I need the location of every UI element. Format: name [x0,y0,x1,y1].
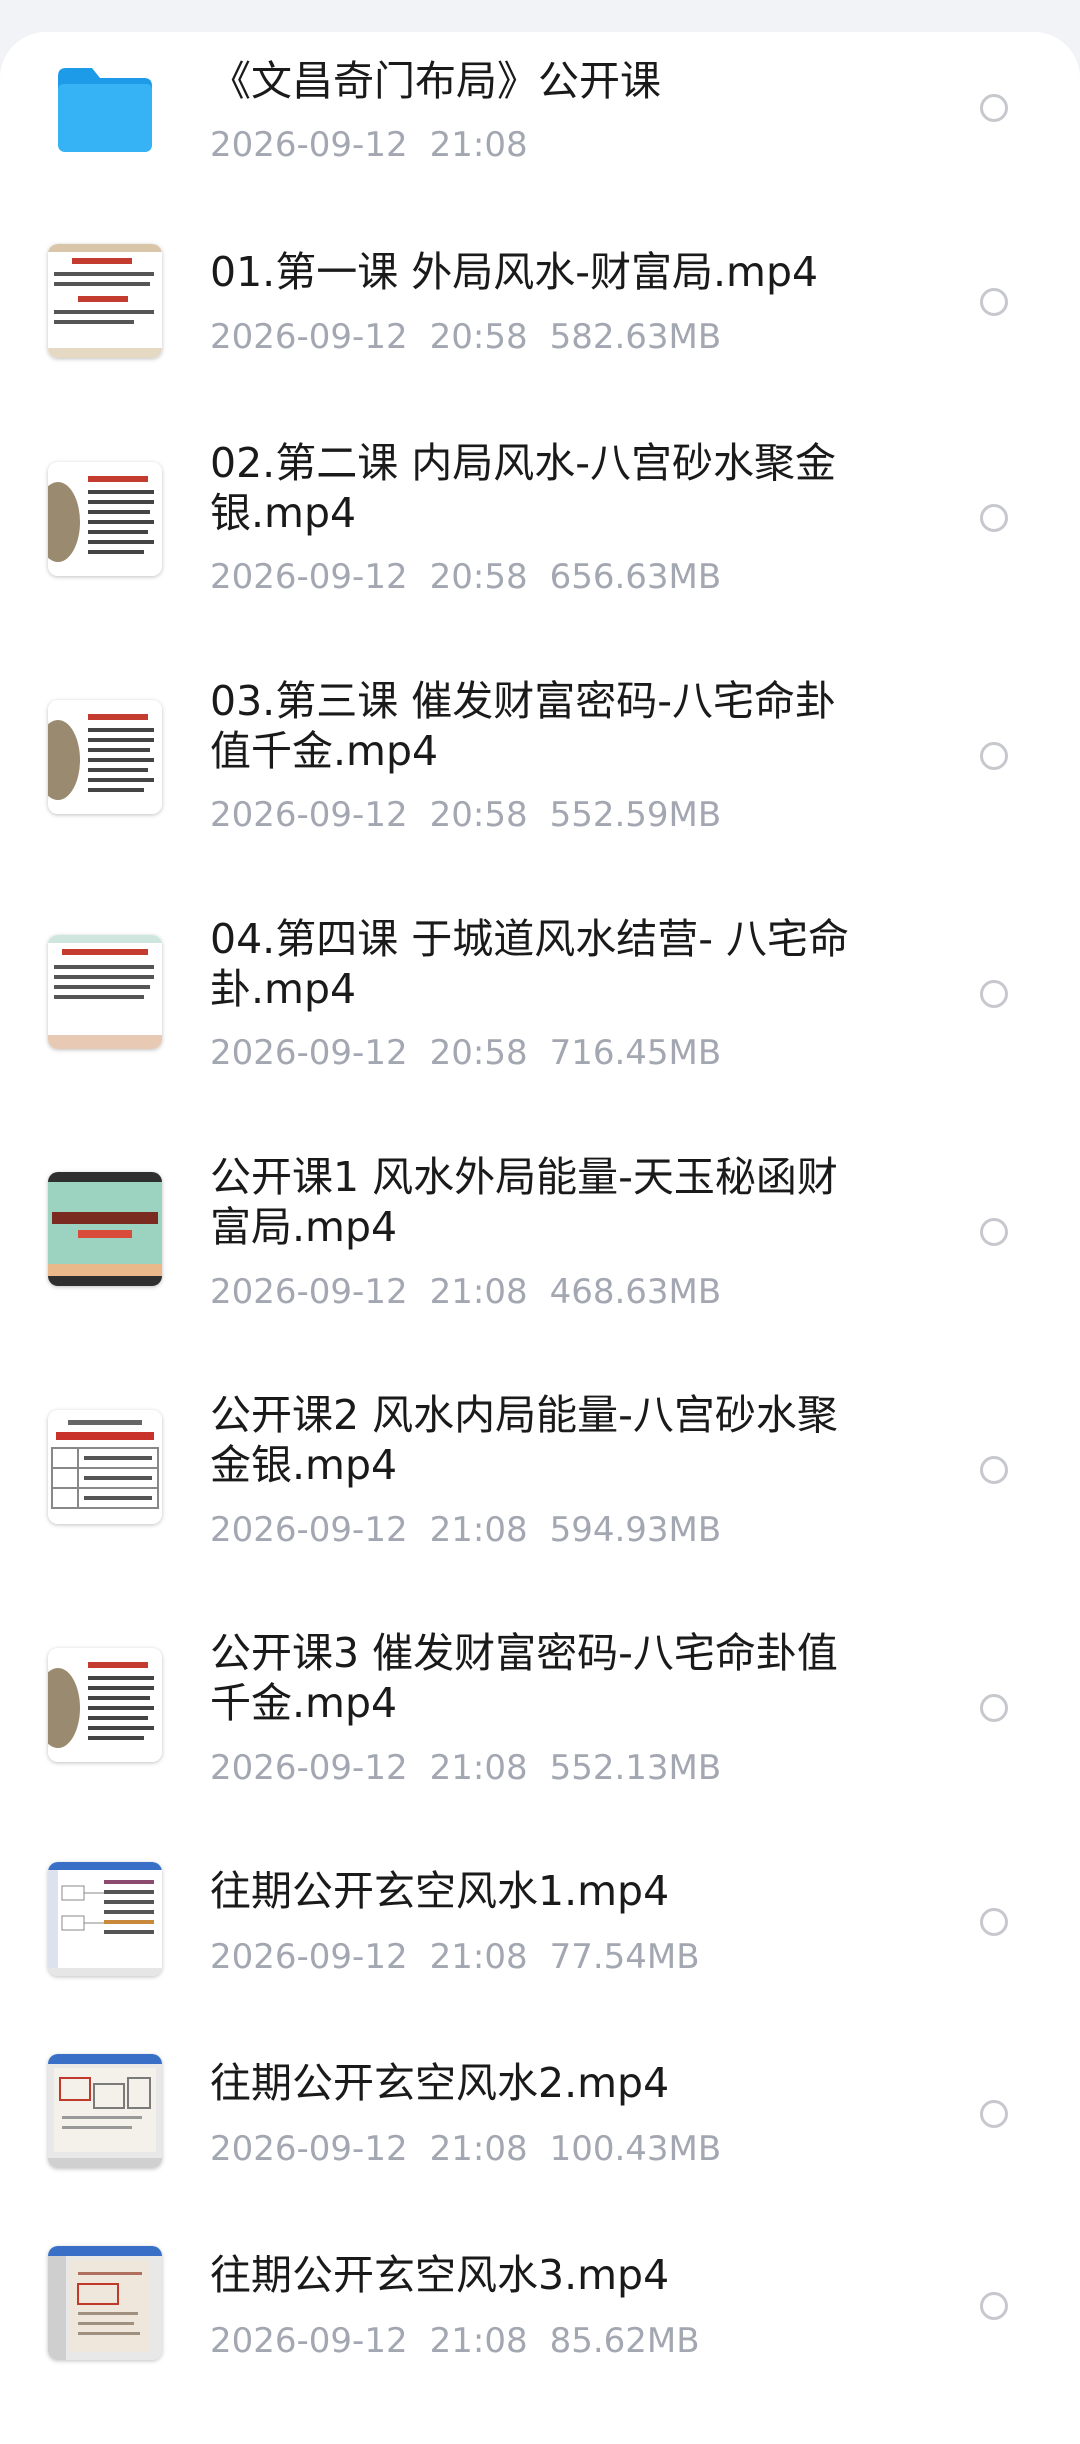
video-thumbnail-icon [48,2246,162,2360]
file-date: 2026-09-12 [210,1272,408,1312]
file-size: 552.59MB [549,795,722,835]
select-checkbox[interactable] [980,2099,1008,2128]
select-checkbox[interactable] [980,1456,1008,1484]
select-checkbox[interactable] [980,503,1008,532]
file-size: 100.43MB [549,2129,722,2169]
file-meta: 2026-09-12 21:08 85.62MB [210,2321,722,2361]
video-thumbnail-icon [48,935,162,1049]
file-date: 2026-09-12 [210,1937,408,1977]
select-checkbox[interactable] [980,979,1008,1008]
file-size: 77.54MB [549,1937,700,1977]
file-time: 21:08 [429,125,528,165]
file-date: 2026-09-12 [210,2321,408,2361]
file-time: 20:58 [429,317,528,357]
file-name: 01.第一课 外局风水-财富局.mp4 [210,248,819,296]
file-meta: 2026-09-12 21:08 77.54MB [210,1937,722,1977]
file-time: 21:08 [429,1510,528,1550]
video-thumbnail-icon [48,462,162,576]
file-date: 2026-09-12 [210,125,408,165]
video-thumbnail-icon [48,244,162,358]
file-meta: 2026-09-12 20:58 716.45MB [210,1033,743,1073]
video-thumbnail-icon [48,1410,162,1524]
file-name: 往期公开玄空风水1.mp4 [210,1867,670,1915]
video-thumbnail-icon [48,2054,162,2168]
file-time: 21:08 [429,2321,528,2361]
file-date: 2026-09-12 [210,1033,408,1073]
file-date: 2026-09-12 [210,795,408,835]
file-meta: 2026-09-12 21:08 552.13MB [210,1748,743,1788]
file-time: 20:58 [429,795,528,835]
file-time: 21:08 [429,1937,528,1977]
video-thumbnail-icon [48,1862,162,1976]
file-time: 21:08 [429,1272,528,1312]
file-time: 21:08 [429,1748,528,1788]
select-checkbox[interactable] [980,1694,1008,1722]
file-meta: 2026-09-12 21:08 [210,125,572,165]
file-name: 公开课2 风水内局能量-八宫砂水聚金银.mp4 [210,1391,838,1489]
file-size: 85.62MB [549,2321,700,2361]
file-name: 公开课3 催发财富密码-八宅命卦值千金.mp4 [210,1629,838,1727]
file-date: 2026-09-12 [210,2129,408,2169]
file-time: 20:58 [429,1033,528,1073]
file-name: 《文昌奇门布局》公开课 [210,57,661,105]
file-meta: 2026-09-12 21:08 468.63MB [210,1272,743,1312]
select-checkbox[interactable] [980,1218,1008,1246]
file-date: 2026-09-12 [210,1510,408,1550]
file-size: 594.93MB [549,1510,722,1550]
file-name: 03.第三课 催发财富密码-八宅命卦值千金.mp4 [210,677,837,775]
select-checkbox[interactable] [980,2291,1008,2320]
file-size: 656.63MB [549,557,722,597]
file-time: 21:08 [429,2129,528,2169]
file-name: 公开课1 风水外局能量-天玉秘函财富局.mp4 [210,1153,838,1251]
select-checkbox[interactable] [980,94,1008,122]
file-name: 02.第二课 内局风水-八宫砂水聚金银.mp4 [210,439,837,537]
file-size: 552.13MB [549,1748,722,1788]
file-size: 582.63MB [549,317,722,357]
file-meta: 2026-09-12 20:58 582.63MB [210,317,743,357]
file-date: 2026-09-12 [210,1748,408,1788]
file-size: 468.63MB [549,1272,722,1312]
folder-icon [48,52,162,166]
select-checkbox[interactable] [980,741,1008,770]
file-meta: 2026-09-12 20:58 656.63MB [210,557,743,597]
file-meta: 2026-09-12 21:08 594.93MB [210,1510,743,1550]
file-name: 往期公开玄空风水3.mp4 [210,2251,670,2299]
select-checkbox[interactable] [980,288,1008,316]
file-meta: 2026-09-12 21:08 100.43MB [210,2129,743,2169]
file-name: 04.第四课 于城道风水结营- 八宅命卦.mp4 [210,915,850,1013]
file-meta: 2026-09-12 20:58 552.59MB [210,795,743,835]
video-thumbnail-icon [48,1648,162,1762]
file-size: 716.45MB [549,1033,722,1073]
video-thumbnail-icon [48,1172,162,1286]
file-name: 往期公开玄空风水2.mp4 [210,2059,670,2107]
select-checkbox[interactable] [980,1907,1008,1936]
video-thumbnail-icon [48,700,162,814]
file-time: 20:58 [429,557,528,597]
file-date: 2026-09-12 [210,317,408,357]
file-date: 2026-09-12 [210,557,408,597]
